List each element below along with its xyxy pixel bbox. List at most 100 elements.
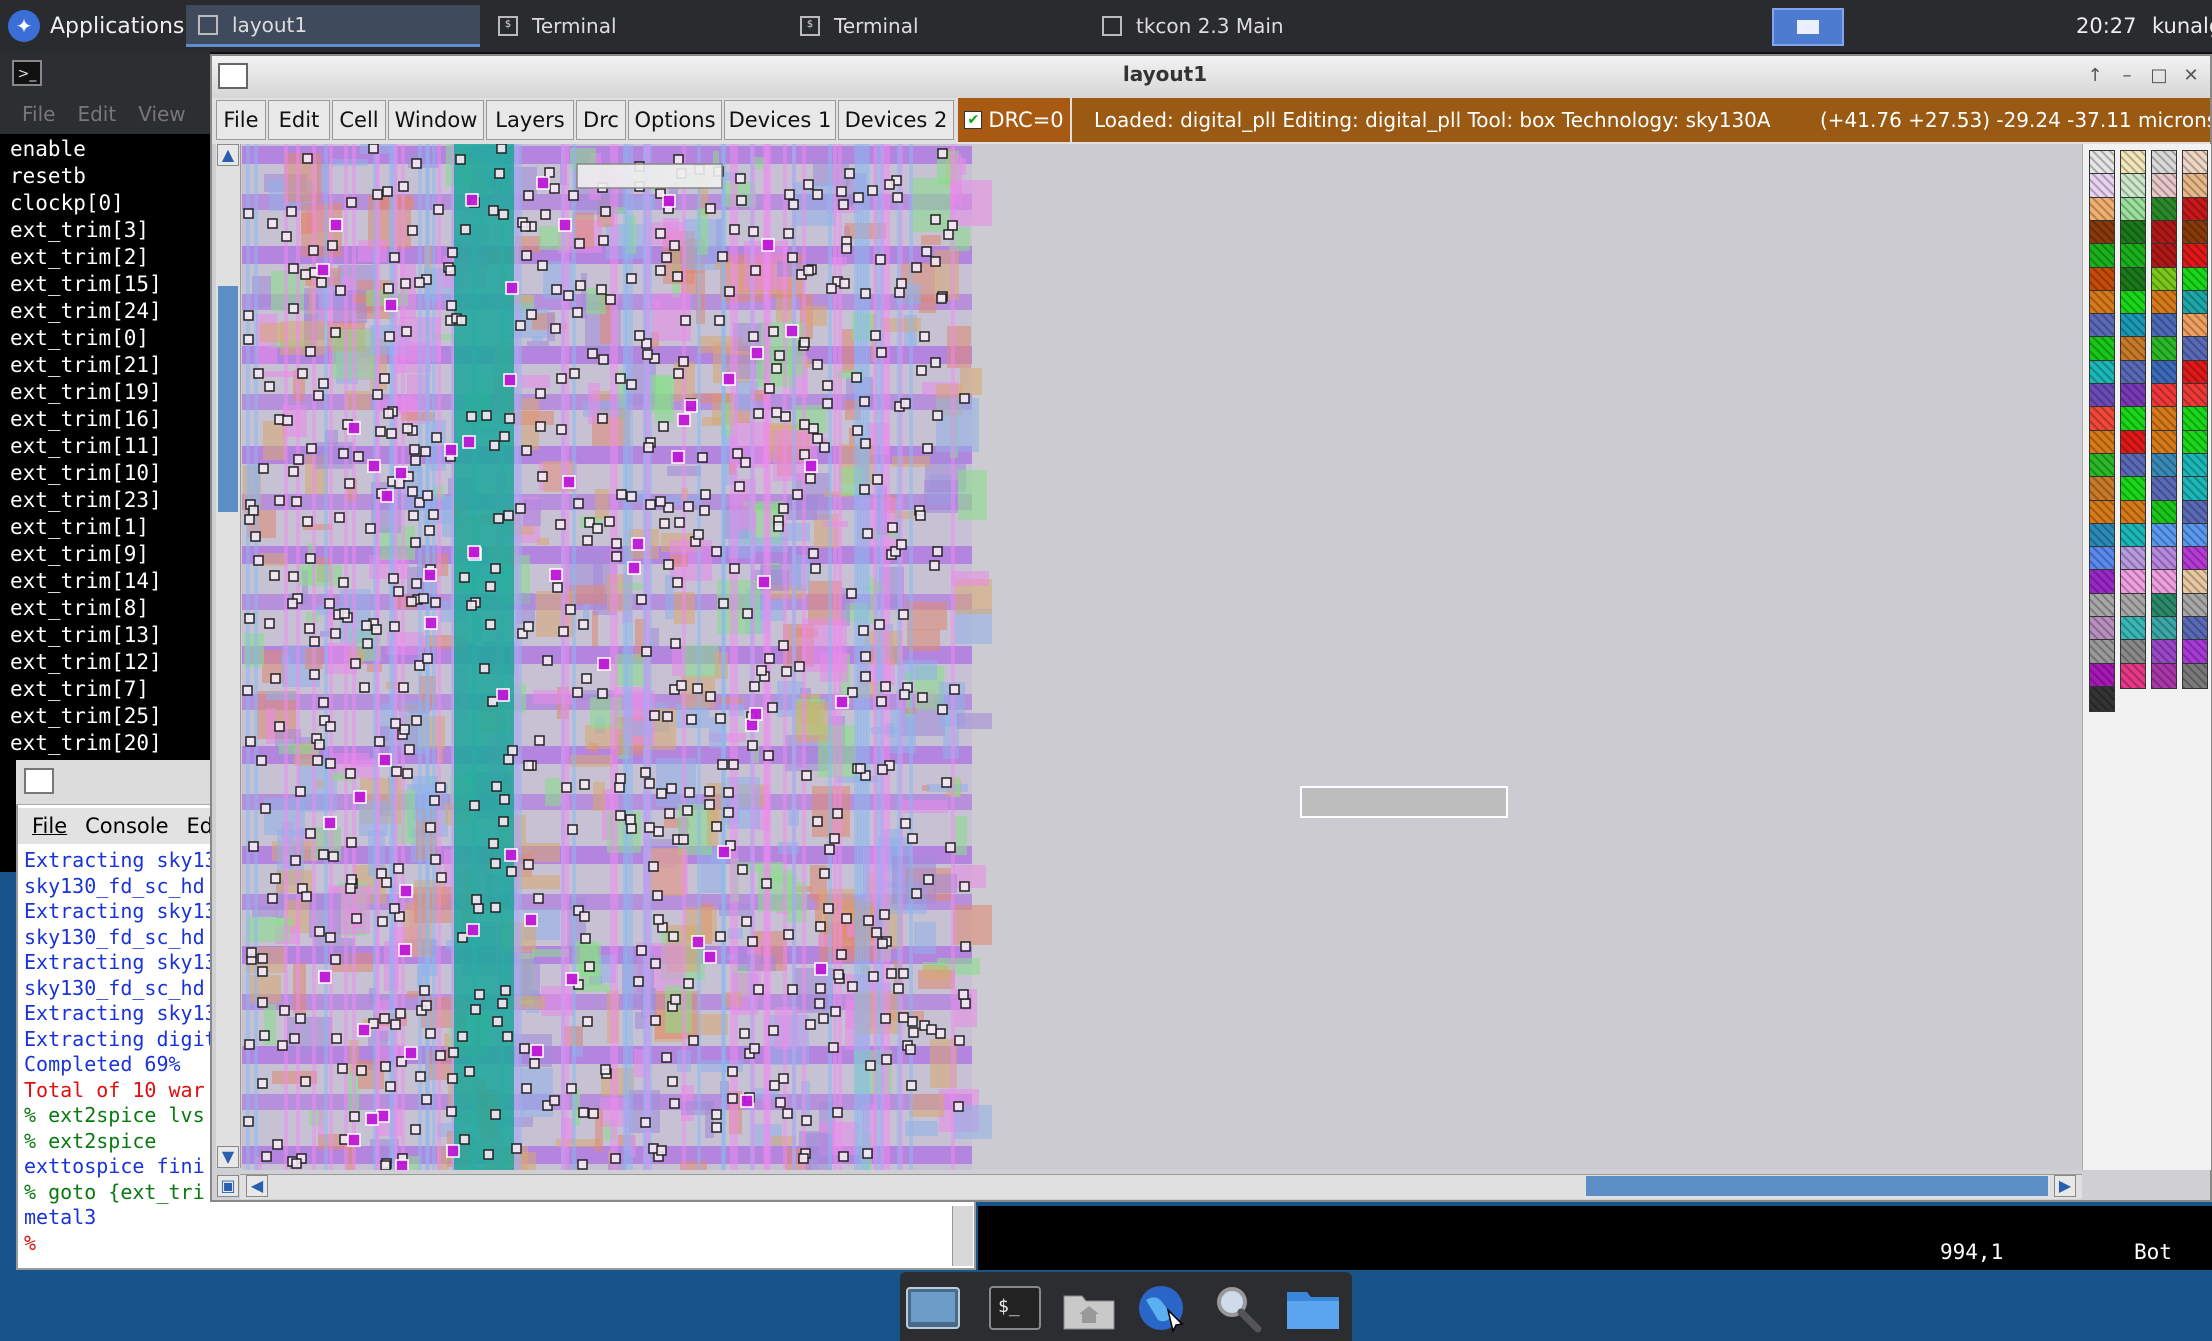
layer-swatch[interactable] — [2182, 639, 2208, 666]
box-tool-selection[interactable] — [1300, 786, 1508, 818]
layout-canvas[interactable] — [242, 144, 2082, 1170]
layer-swatch[interactable] — [2182, 150, 2208, 176]
layer-swatch[interactable] — [2089, 196, 2115, 223]
layer-swatch[interactable] — [2151, 383, 2177, 409]
layer-swatch[interactable] — [2151, 616, 2177, 642]
search-icon[interactable] — [1208, 1282, 1266, 1334]
layer-swatch[interactable] — [2120, 499, 2146, 526]
layer-swatch[interactable] — [2120, 592, 2146, 619]
drc-toggle[interactable]: ✔ DRC=0 — [958, 98, 1070, 142]
layer-swatch[interactable] — [2089, 266, 2115, 293]
layer-swatch[interactable] — [2120, 243, 2146, 270]
layer-swatch[interactable] — [2089, 546, 2115, 573]
desktop-icon[interactable] — [904, 1282, 962, 1334]
layer-swatch[interactable] — [2089, 476, 2115, 503]
layer-swatch[interactable] — [2182, 546, 2208, 573]
tkcon-menu-console[interactable]: Console — [85, 814, 168, 838]
menu-edit[interactable]: Edit — [268, 100, 330, 140]
layer-swatch[interactable] — [2182, 616, 2208, 642]
terminal-menu-edit[interactable]: Edit — [77, 102, 116, 126]
layer-swatch[interactable] — [2120, 150, 2146, 176]
menu-file[interactable]: File — [216, 100, 266, 140]
menu-window[interactable]: Window — [388, 100, 484, 140]
layer-swatch[interactable] — [2120, 383, 2146, 409]
layer-swatch[interactable] — [2151, 476, 2177, 503]
layer-swatch[interactable] — [2120, 336, 2146, 363]
layer-swatch[interactable] — [2089, 522, 2115, 549]
files-icon[interactable] — [1284, 1282, 1342, 1334]
layer-swatch[interactable] — [2151, 336, 2177, 363]
layer-swatch[interactable] — [2089, 289, 2115, 316]
layer-swatch[interactable] — [2151, 289, 2177, 316]
layer-swatch[interactable] — [2182, 406, 2208, 433]
taskbar-layout1[interactable]: layout1 — [186, 5, 480, 47]
layer-swatch[interactable] — [2151, 639, 2177, 666]
shade-icon[interactable]: ↑ — [2082, 62, 2108, 90]
scroll-right-icon[interactable]: ▶ — [2054, 1175, 2076, 1197]
user-name[interactable]: kunalg — [2152, 0, 2212, 52]
layer-swatch[interactable] — [2120, 406, 2146, 433]
layer-swatch[interactable] — [2089, 406, 2115, 433]
layer-swatch[interactable] — [2182, 196, 2208, 223]
layer-swatch[interactable] — [2182, 266, 2208, 293]
terminal-menu-view[interactable]: View — [138, 102, 185, 126]
maximize-icon[interactable]: □ — [2146, 62, 2172, 90]
tkcon-console-output[interactable]: Extracting sky13 sky130_fd_sc_hd Extractin… — [24, 848, 214, 1256]
layer-swatch[interactable] — [2089, 313, 2115, 340]
layer-swatch[interactable] — [2089, 359, 2115, 386]
layer-swatch[interactable] — [2151, 150, 2177, 176]
layer-swatch[interactable] — [2182, 476, 2208, 503]
menu-drc[interactable]: Drc — [576, 100, 626, 140]
layer-swatch[interactable] — [2089, 429, 2115, 456]
layer-swatch[interactable] — [2089, 639, 2115, 666]
layer-swatch[interactable] — [2182, 359, 2208, 386]
layer-swatch[interactable] — [2182, 569, 2208, 596]
zoom-box-icon[interactable]: ▣ — [217, 1175, 239, 1197]
menu-options[interactable]: Options — [628, 100, 722, 140]
layer-swatch[interactable] — [2120, 616, 2146, 642]
menu-cell[interactable]: Cell — [332, 100, 386, 140]
layer-swatch[interactable] — [2182, 173, 2208, 200]
layer-swatch[interactable] — [2151, 243, 2177, 270]
tkcon-menu-file[interactable]: File — [32, 814, 67, 838]
layer-swatch[interactable] — [2182, 313, 2208, 340]
layer-swatch[interactable] — [2151, 313, 2177, 340]
layer-swatch[interactable] — [2120, 662, 2146, 689]
layer-swatch[interactable] — [2182, 452, 2208, 479]
scroll-left-icon[interactable]: ◀ — [246, 1175, 268, 1197]
web-browser-icon[interactable] — [1134, 1282, 1192, 1334]
layer-swatch[interactable] — [2120, 546, 2146, 573]
scroll-down-icon[interactable]: ▼ — [217, 1146, 239, 1168]
layer-swatch[interactable] — [2089, 383, 2115, 409]
layer-swatch[interactable] — [2120, 173, 2146, 200]
layer-swatch[interactable] — [2089, 592, 2115, 619]
layer-swatch[interactable] — [2089, 173, 2115, 200]
layer-swatch[interactable] — [2182, 499, 2208, 526]
layer-swatch[interactable] — [2151, 569, 2177, 596]
layer-swatch[interactable] — [2151, 406, 2177, 433]
taskbar-terminal-2[interactable]: $ Terminal — [788, 5, 1088, 47]
scroll-up-icon[interactable]: ▲ — [217, 144, 239, 166]
terminal-icon[interactable]: $_ — [986, 1282, 1044, 1334]
layer-swatch[interactable] — [2182, 522, 2208, 549]
layer-swatch[interactable] — [2120, 196, 2146, 223]
layer-swatch[interactable] — [2120, 452, 2146, 479]
layer-swatch[interactable] — [2120, 569, 2146, 596]
layer-swatch[interactable] — [2151, 266, 2177, 293]
layer-swatch[interactable] — [2120, 639, 2146, 666]
menu-layers[interactable]: Layers — [486, 100, 574, 140]
layer-swatch[interactable] — [2089, 569, 2115, 596]
layer-swatch[interactable] — [2120, 429, 2146, 456]
layer-swatch[interactable] — [2089, 452, 2115, 479]
layer-swatch[interactable] — [2151, 452, 2177, 479]
layer-swatch[interactable] — [2151, 359, 2177, 386]
applications-menu[interactable]: ✦ Applications — [0, 0, 184, 52]
layer-swatch[interactable] — [2120, 266, 2146, 293]
layer-swatch[interactable] — [2151, 592, 2177, 619]
layer-swatch[interactable] — [2089, 243, 2115, 270]
layer-swatch[interactable] — [2182, 592, 2208, 619]
minimize-icon[interactable]: – — [2114, 62, 2140, 90]
horizontal-scroll-thumb[interactable] — [1586, 1176, 2048, 1196]
layer-swatch[interactable] — [2120, 359, 2146, 386]
layer-swatch[interactable] — [2089, 336, 2115, 363]
